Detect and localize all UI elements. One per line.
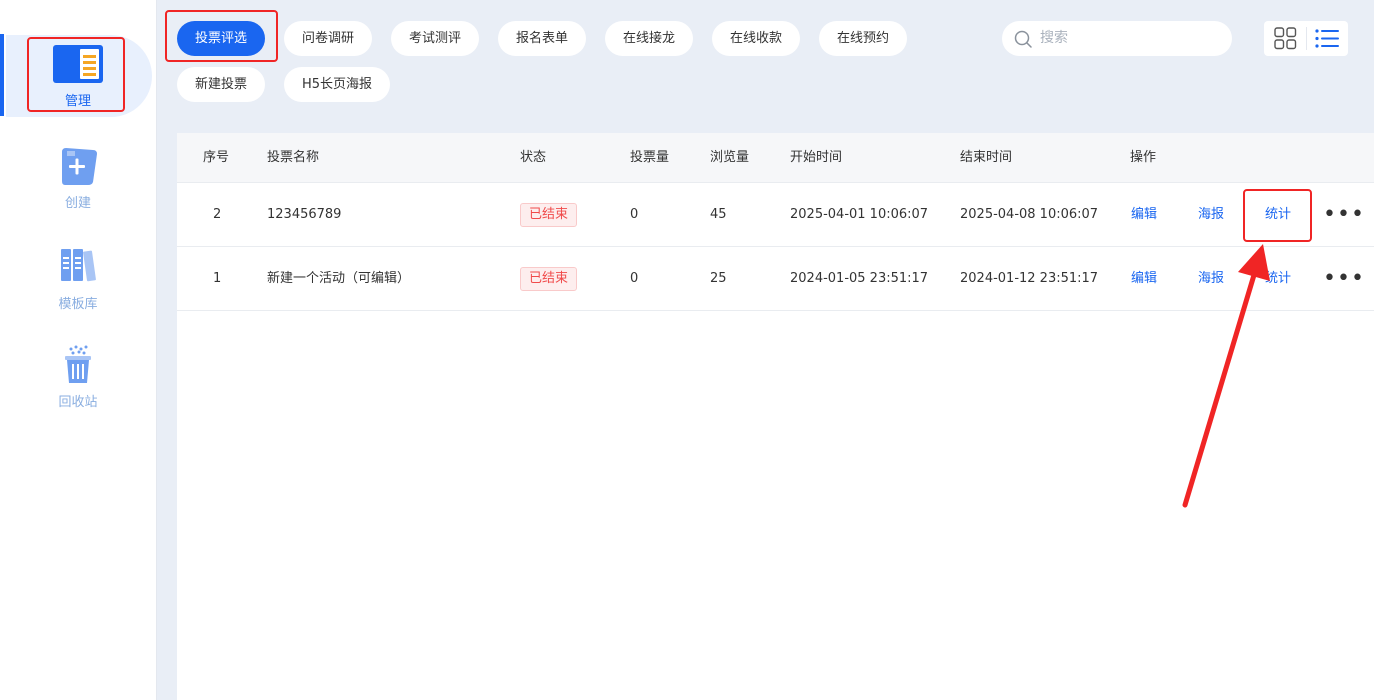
sidebar-item-recycle-bin[interactable]: 回收站 xyxy=(0,345,156,410)
row-start-time: 2025-04-01 10:06:07 xyxy=(790,207,929,222)
tab-chain[interactable]: 在线接龙 xyxy=(605,21,694,56)
row-status: 已结束 xyxy=(520,183,578,246)
edit-link[interactable]: 编辑 xyxy=(1131,247,1157,310)
row-votes: 0 xyxy=(630,271,639,286)
tab-new-vote[interactable]: 新建投票 xyxy=(177,67,266,102)
stats-link[interactable]: 统计 xyxy=(1265,247,1291,310)
row-index: 1 xyxy=(213,271,222,286)
more-actions-button[interactable]: ••• xyxy=(1323,247,1365,310)
grid-view-icon[interactable] xyxy=(1274,27,1297,50)
sidebar-item-label: 回收站 xyxy=(58,395,98,410)
header-views: 浏览量 xyxy=(710,150,750,165)
status-badge: 已结束 xyxy=(520,203,578,227)
sidebar-item-label: 创建 xyxy=(64,196,91,211)
search-input[interactable]: 搜索 xyxy=(1002,21,1232,56)
sidebar-item-create[interactable]: 创建 xyxy=(0,146,156,211)
vote-table: 序号 投票名称 状态 投票量 浏览量 开始时间 结束时间 操作 2 123456… xyxy=(177,133,1374,700)
row-views: 45 xyxy=(710,207,727,222)
search-icon xyxy=(1014,30,1032,48)
header-status: 状态 xyxy=(520,150,547,165)
row-end-time: 2024-01-12 23:51:17 xyxy=(960,271,1099,286)
header-votes: 投票量 xyxy=(630,150,670,165)
row-name: 123456789 xyxy=(267,207,342,222)
sidebar-item-templates[interactable]: 模板库 xyxy=(0,247,156,312)
table-row: 1 新建一个活动（可编辑） 已结束 0 25 2024-01-05 23:51:… xyxy=(177,247,1374,311)
row-votes: 0 xyxy=(630,207,639,222)
table-header: 序号 投票名称 状态 投票量 浏览量 开始时间 结束时间 操作 xyxy=(177,133,1374,183)
table-row: 2 123456789 已结束 0 45 2025-04-01 10:06:07… xyxy=(177,183,1374,247)
row-end-time: 2025-04-08 10:06:07 xyxy=(960,207,1099,222)
poster-link[interactable]: 海报 xyxy=(1198,247,1224,310)
header-operations: 操作 xyxy=(1130,150,1157,165)
view-toggle-divider xyxy=(1306,27,1307,50)
row-views: 25 xyxy=(710,271,727,286)
highlight-box-stats xyxy=(1243,189,1312,242)
search-placeholder: 搜索 xyxy=(1040,30,1068,46)
tab-exam[interactable]: 考试测评 xyxy=(391,21,480,56)
more-actions-button[interactable]: ••• xyxy=(1323,183,1365,246)
books-icon xyxy=(53,247,103,287)
tab-registration[interactable]: 报名表单 xyxy=(498,21,587,56)
header-start-time: 开始时间 xyxy=(790,150,843,165)
highlight-box-manage xyxy=(27,37,125,112)
view-toggle xyxy=(1264,21,1348,56)
highlight-box-vote-tab xyxy=(165,10,278,62)
poster-link[interactable]: 海报 xyxy=(1198,183,1224,246)
tab-payment[interactable]: 在线收款 xyxy=(712,21,801,56)
header-name: 投票名称 xyxy=(267,150,320,165)
tab-h5-poster[interactable]: H5长页海报 xyxy=(284,67,391,102)
header-end-time: 结束时间 xyxy=(960,150,1013,165)
sidebar-item-label: 模板库 xyxy=(58,297,98,312)
row-name: 新建一个活动（可编辑） xyxy=(267,271,411,286)
add-document-icon xyxy=(53,146,103,186)
list-view-icon[interactable] xyxy=(1315,28,1339,49)
header-index: 序号 xyxy=(203,150,230,165)
trash-icon xyxy=(53,345,103,385)
row-status: 已结束 xyxy=(520,247,578,310)
status-badge: 已结束 xyxy=(520,267,578,291)
edit-link[interactable]: 编辑 xyxy=(1131,183,1157,246)
row-start-time: 2024-01-05 23:51:17 xyxy=(790,271,929,286)
tab-survey[interactable]: 问卷调研 xyxy=(284,21,373,56)
tab-booking[interactable]: 在线预约 xyxy=(819,21,908,56)
row-index: 2 xyxy=(213,207,222,222)
